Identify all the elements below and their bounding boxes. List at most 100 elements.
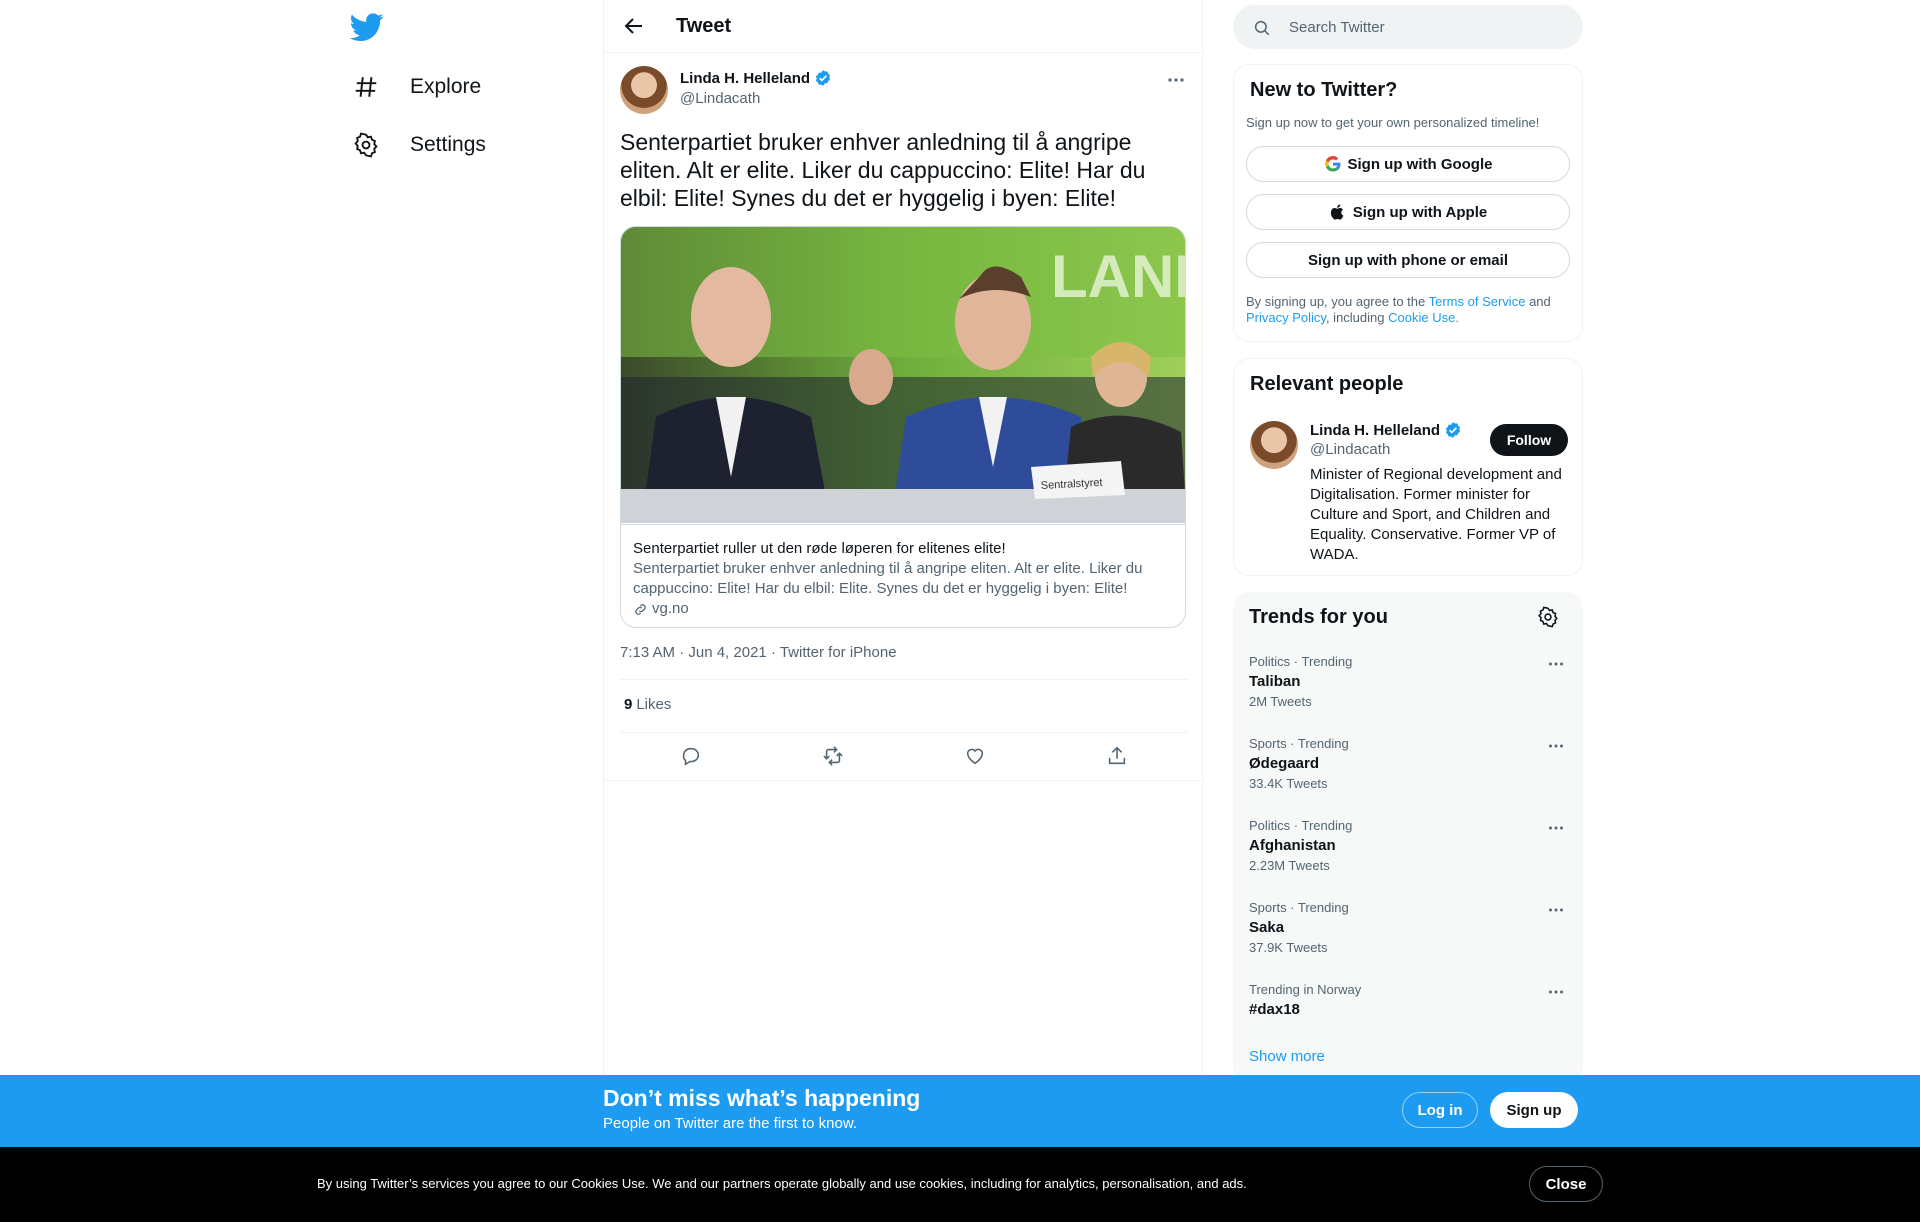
- relevant-people-panel: Relevant people Linda H. Helleland @Lind…: [1233, 358, 1583, 576]
- trend-item[interactable]: Sports · Trending Saka 37.9K Tweets: [1249, 900, 1569, 970]
- trend-name: Ødegaard: [1249, 755, 1320, 772]
- page-title: Tweet: [676, 15, 732, 37]
- legal-and: and: [1529, 294, 1551, 309]
- more-options-icon[interactable]: [1164, 70, 1188, 90]
- divider: [620, 732, 1188, 733]
- person-name-row[interactable]: Linda H. Helleland: [1310, 421, 1462, 439]
- trend-context: Politics · Trending: [1249, 654, 1353, 669]
- signup-email-button[interactable]: Sign up with phone or email: [1246, 242, 1570, 278]
- author-handle[interactable]: @Lindacath: [680, 90, 760, 107]
- likes-label: Likes: [636, 696, 672, 713]
- trend-context: Trending in Norway: [1249, 982, 1362, 997]
- trend-count: 37.9K Tweets: [1249, 940, 1328, 955]
- twitter-bird-icon[interactable]: [349, 10, 384, 44]
- tweet-meta[interactable]: 7:13 AM · Jun 4, 2021 · Twitter for iPho…: [620, 644, 897, 661]
- share-icon[interactable]: [1105, 744, 1129, 768]
- card-domain-row: vg.no: [633, 599, 1175, 619]
- main-column: Tweet Linda H. Helleland @Lindacath Sent…: [603, 0, 1204, 1222]
- nav-explore[interactable]: Explore: [352, 62, 481, 112]
- tweet-actions: [620, 744, 1188, 768]
- cookie-link[interactable]: Cookie Use.: [1388, 310, 1459, 325]
- signup-email-label: Sign up with phone or email: [1307, 251, 1508, 269]
- trends-panel: Trends for you Politics · Trending Talib…: [1233, 592, 1583, 1082]
- card-domain: vg.no: [652, 600, 689, 617]
- svg-text:LAND: LAND: [1051, 243, 1186, 310]
- cookie-text: By using Twitter’s services you agree to…: [317, 1176, 1247, 1191]
- link-card[interactable]: LAND Sentralstyret: [620, 226, 1186, 628]
- privacy-link[interactable]: Privacy Policy: [1246, 310, 1326, 325]
- gear-icon: [352, 131, 380, 159]
- google-logo-icon: [1324, 156, 1340, 172]
- more-options-icon[interactable]: [1545, 900, 1567, 920]
- back-arrow-icon[interactable]: [622, 14, 646, 38]
- divider: [620, 679, 1188, 680]
- signup-button[interactable]: Sign up: [1490, 1092, 1578, 1128]
- relevant-people-title: Relevant people: [1250, 373, 1404, 395]
- signup-apple-label: Sign up with Apple: [1352, 203, 1488, 221]
- signup-apple-button[interactable]: Sign up with Apple: [1246, 194, 1570, 230]
- trend-context: Sports · Trending: [1249, 900, 1349, 915]
- cookie-banner: By using Twitter’s services you agree to…: [0, 1147, 1920, 1222]
- card-body: Senterpartiet ruller ut den røde løperen…: [621, 524, 1185, 627]
- card-image: LAND Sentralstyret: [621, 227, 1186, 523]
- signup-banner: Don’t miss what’s happening People on Tw…: [0, 1075, 1920, 1147]
- show-more-link[interactable]: Show more: [1249, 1048, 1325, 1065]
- reply-icon[interactable]: [679, 744, 703, 768]
- tweet-text: Senterpartiet bruker enhver anledning ti…: [620, 129, 1146, 211]
- likes-row[interactable]: 9 Likes: [624, 696, 671, 713]
- login-button[interactable]: Log in: [1402, 1092, 1478, 1128]
- signup-legal: By signing up, you agree to the Terms of…: [1246, 294, 1572, 326]
- trend-context: Politics · Trending: [1249, 818, 1353, 833]
- more-options-icon[interactable]: [1545, 818, 1567, 838]
- trend-item[interactable]: Trending in Norway #dax18: [1249, 982, 1569, 1052]
- signup-google-button[interactable]: Sign up with Google: [1246, 146, 1570, 182]
- person-avatar[interactable]: [1250, 421, 1298, 469]
- trend-count: 33.4K Tweets: [1249, 776, 1328, 791]
- banner-subline: People on Twitter are the first to know.: [603, 1115, 858, 1132]
- verified-badge-icon: [1445, 422, 1461, 438]
- trend-count: 2.23M Tweets: [1249, 858, 1330, 873]
- trend-name: #dax18: [1249, 1001, 1300, 1018]
- terms-link[interactable]: Terms of Service: [1429, 294, 1526, 309]
- trend-item[interactable]: Sports · Trending Ødegaard 33.4K Tweets: [1249, 736, 1569, 806]
- trend-name: Saka: [1249, 919, 1285, 936]
- header-bar: Tweet: [604, 0, 1204, 53]
- signup-subtitle: Sign up now to get your own personalized…: [1246, 115, 1540, 130]
- person-name: Linda H. Helleland: [1310, 421, 1441, 439]
- author-name-row[interactable]: Linda H. Helleland: [680, 69, 832, 87]
- signup-title: New to Twitter?: [1250, 79, 1398, 101]
- likes-count: 9: [624, 696, 633, 713]
- search-icon: [1253, 19, 1271, 37]
- apple-logo-icon: [1330, 204, 1344, 220]
- search-box[interactable]: [1233, 5, 1583, 49]
- like-heart-icon[interactable]: [963, 744, 987, 768]
- author-avatar[interactable]: [620, 66, 668, 114]
- nav-settings[interactable]: Settings: [352, 120, 486, 170]
- banner-headline: Don’t miss what’s happening: [603, 1085, 921, 1111]
- more-options-icon[interactable]: [1545, 654, 1567, 674]
- link-icon: [635, 603, 646, 615]
- follow-button[interactable]: Follow: [1490, 424, 1568, 456]
- trend-name: Taliban: [1249, 673, 1301, 690]
- card-description: Senterpartiet bruker enhver anledning ti…: [633, 560, 1143, 597]
- trend-item[interactable]: Politics · Trending Taliban 2M Tweets: [1249, 654, 1569, 724]
- author-name: Linda H. Helleland: [680, 69, 811, 87]
- person-handle[interactable]: @Lindacath: [1310, 441, 1390, 458]
- divider: [604, 780, 1204, 781]
- card-title: Senterpartiet ruller ut den røde løperen…: [633, 540, 1006, 557]
- trend-context: Sports · Trending: [1249, 736, 1349, 751]
- search-input[interactable]: [1289, 5, 1569, 49]
- cookie-close-button[interactable]: Close: [1529, 1166, 1603, 1202]
- retweet-icon[interactable]: [821, 744, 845, 768]
- gear-icon[interactable]: [1537, 606, 1559, 628]
- trend-item[interactable]: Politics · Trending Afghanistan 2.23M Tw…: [1249, 818, 1569, 888]
- trend-name: Afghanistan: [1249, 837, 1336, 854]
- signup-google-label: Sign up with Google: [1347, 155, 1493, 173]
- signup-panel: New to Twitter? Sign up now to get your …: [1233, 64, 1583, 342]
- nav-explore-label: Explore: [410, 75, 482, 98]
- more-options-icon[interactable]: [1545, 736, 1567, 756]
- nav-settings-label: Settings: [410, 133, 486, 156]
- more-options-icon[interactable]: [1545, 982, 1567, 1002]
- trend-count: 2M Tweets: [1249, 694, 1312, 709]
- trends-title: Trends for you: [1249, 606, 1388, 628]
